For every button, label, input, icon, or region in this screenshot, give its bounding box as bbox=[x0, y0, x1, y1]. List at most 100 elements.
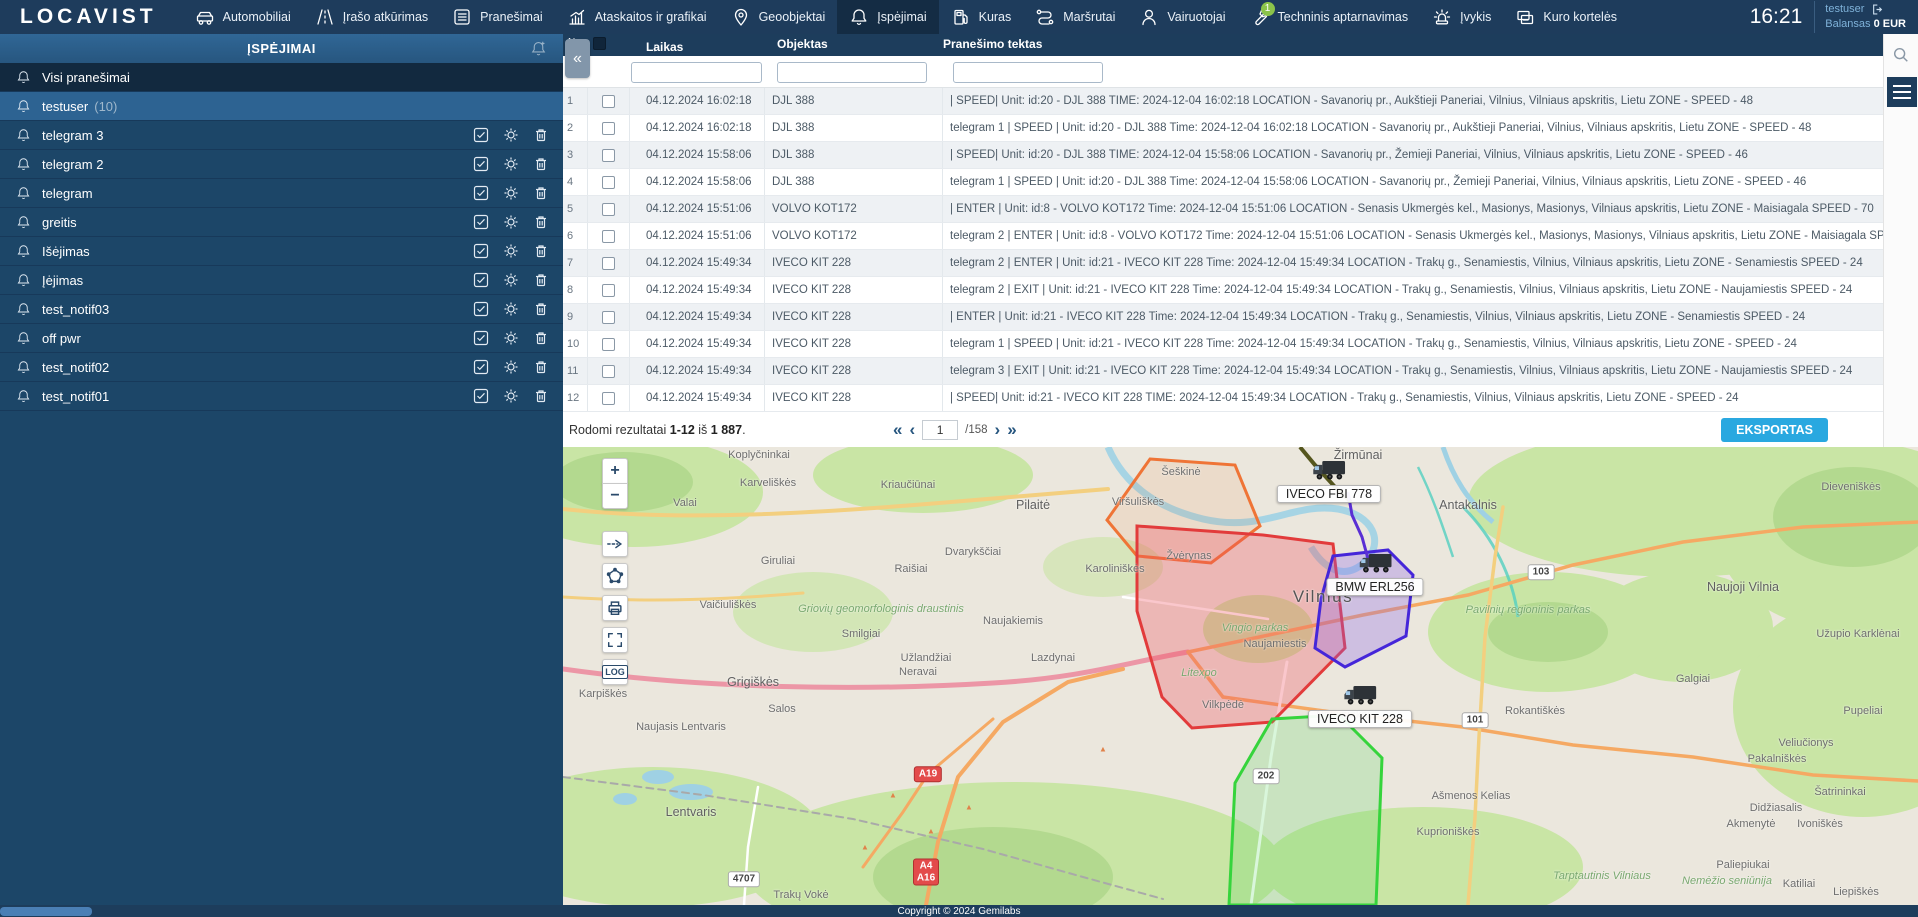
col-pranesimo-tekstas[interactable]: Pranešimo tektas bbox=[943, 37, 1042, 51]
nav-item-techninis[interactable]: 1 Techninis aptarnavimas bbox=[1238, 0, 1421, 34]
trash-icon[interactable] bbox=[533, 214, 549, 230]
sidebar-item[interactable]: telegram bbox=[0, 179, 563, 208]
prev-page-button[interactable]: ‹ bbox=[909, 421, 915, 438]
filter-objektas-input[interactable] bbox=[777, 62, 927, 83]
nav-item-marsrutai[interactable]: Maršrutai bbox=[1023, 0, 1127, 34]
print-button[interactable] bbox=[602, 595, 628, 621]
nav-item-iraso-atkurimas[interactable]: Įrašo atkūrimas bbox=[303, 0, 440, 34]
table-row[interactable]: 10 04.12.2024 15:49:34 IVECO KIT 228 tel… bbox=[563, 331, 1883, 358]
vehicle-label[interactable]: BMW ERL256 bbox=[1326, 578, 1423, 596]
trash-icon[interactable] bbox=[533, 388, 549, 404]
enabled-checkbox-icon[interactable] bbox=[473, 127, 489, 143]
enabled-checkbox-icon[interactable] bbox=[473, 359, 489, 375]
nav-item-ivykis[interactable]: Įvykis bbox=[1420, 0, 1503, 34]
table-row[interactable]: 4 04.12.2024 15:58:06 DJL 388 telegram 1… bbox=[563, 169, 1883, 196]
trash-icon[interactable] bbox=[533, 243, 549, 259]
vehicle-marker[interactable]: IVECO FBI 778 bbox=[1277, 459, 1381, 503]
sidebar-item[interactable]: greitis bbox=[0, 208, 563, 237]
row-checkbox[interactable] bbox=[602, 365, 615, 378]
sidebar-item[interactable]: telegram 3 bbox=[0, 121, 563, 150]
sidebar-item[interactable]: Visi pranešimai bbox=[0, 63, 563, 92]
row-checkbox[interactable] bbox=[602, 176, 615, 189]
gear-icon[interactable] bbox=[503, 185, 519, 201]
sidebar-item[interactable]: test_notif01 bbox=[0, 382, 563, 411]
gear-icon[interactable] bbox=[503, 214, 519, 230]
gear-icon[interactable] bbox=[503, 359, 519, 375]
table-row[interactable]: 11 04.12.2024 15:49:34 IVECO KIT 228 tel… bbox=[563, 358, 1883, 385]
vehicle-marker[interactable]: BMW ERL256 bbox=[1326, 552, 1423, 596]
table-row[interactable]: 3 04.12.2024 15:58:06 DJL 388 | SPEED| U… bbox=[563, 142, 1883, 169]
sidebar-item[interactable]: off pwr bbox=[0, 324, 563, 353]
gear-icon[interactable] bbox=[503, 127, 519, 143]
nav-item-geoobjektai[interactable]: Geoobjektai bbox=[719, 0, 838, 34]
table-row[interactable]: 7 04.12.2024 15:49:34 IVECO KIT 228 tele… bbox=[563, 250, 1883, 277]
trash-icon[interactable] bbox=[533, 359, 549, 375]
gear-icon[interactable] bbox=[503, 388, 519, 404]
add-notification-icon[interactable] bbox=[530, 40, 547, 60]
sidebar-item[interactable]: Įėjimas bbox=[0, 266, 563, 295]
row-checkbox[interactable] bbox=[602, 392, 615, 405]
gear-icon[interactable] bbox=[503, 243, 519, 259]
search-icon[interactable] bbox=[1892, 46, 1918, 69]
vehicle-label[interactable]: IVECO FBI 778 bbox=[1277, 485, 1381, 503]
nav-item-pranesimai[interactable]: Pranešimai bbox=[440, 0, 555, 34]
row-checkbox[interactable] bbox=[602, 230, 615, 243]
measure-button[interactable] bbox=[602, 531, 628, 557]
trash-icon[interactable] bbox=[533, 156, 549, 172]
filter-laikas-input[interactable] bbox=[631, 62, 762, 83]
gear-icon[interactable] bbox=[503, 330, 519, 346]
table-row[interactable]: 6 04.12.2024 15:51:06 VOLVO KOT172 teleg… bbox=[563, 223, 1883, 250]
sort-desc-icon[interactable]: ↓ bbox=[652, 40, 658, 54]
row-checkbox[interactable] bbox=[602, 203, 615, 216]
enabled-checkbox-icon[interactable] bbox=[473, 185, 489, 201]
table-row[interactable]: 5 04.12.2024 15:51:06 VOLVO KOT172 | ENT… bbox=[563, 196, 1883, 223]
table-row[interactable]: 12 04.12.2024 15:49:34 IVECO KIT 228 | S… bbox=[563, 385, 1883, 412]
table-row[interactable]: 1 04.12.2024 16:02:18 DJL 388 | SPEED| U… bbox=[563, 88, 1883, 115]
enabled-checkbox-icon[interactable] bbox=[473, 272, 489, 288]
trash-icon[interactable] bbox=[533, 127, 549, 143]
collapse-sidebar-button[interactable]: « bbox=[565, 39, 590, 78]
log-button[interactable]: LOG bbox=[602, 659, 628, 685]
menu-button[interactable] bbox=[1887, 77, 1917, 107]
table-row[interactable]: 8 04.12.2024 15:49:34 IVECO KIT 228 tele… bbox=[563, 277, 1883, 304]
nav-item-automobiliai[interactable]: Automobiliai bbox=[183, 0, 303, 34]
vehicle-label[interactable]: IVECO KIT 228 bbox=[1308, 710, 1412, 728]
vehicle-marker[interactable]: IVECO KIT 228 bbox=[1308, 684, 1412, 728]
nav-item-kuras[interactable]: Kuras bbox=[939, 0, 1024, 34]
sidebar-item[interactable]: test_notif02 bbox=[0, 353, 563, 382]
trash-icon[interactable] bbox=[533, 272, 549, 288]
sidebar-item[interactable]: telegram 2 bbox=[0, 150, 563, 179]
last-page-button[interactable]: » bbox=[1007, 421, 1016, 438]
enabled-checkbox-icon[interactable] bbox=[473, 243, 489, 259]
sidebar-item[interactable]: test_notif03 bbox=[0, 295, 563, 324]
col-objektas[interactable]: Objektas bbox=[777, 37, 828, 51]
gear-icon[interactable] bbox=[503, 301, 519, 317]
select-all-checkbox[interactable] bbox=[593, 37, 606, 50]
fullscreen-button[interactable] bbox=[602, 627, 628, 653]
trash-icon[interactable] bbox=[533, 301, 549, 317]
row-checkbox[interactable] bbox=[602, 338, 615, 351]
enabled-checkbox-icon[interactable] bbox=[473, 330, 489, 346]
row-checkbox[interactable] bbox=[602, 122, 615, 135]
enabled-checkbox-icon[interactable] bbox=[473, 214, 489, 230]
table-row[interactable]: 2 04.12.2024 16:02:18 DJL 388 telegram 1… bbox=[563, 115, 1883, 142]
gear-icon[interactable] bbox=[503, 272, 519, 288]
row-checkbox[interactable] bbox=[602, 149, 615, 162]
page-number-input[interactable] bbox=[922, 420, 958, 440]
nav-item-ispejimai[interactable]: Įspėjimai bbox=[837, 0, 938, 34]
export-button[interactable]: EKSPORTAS bbox=[1721, 418, 1828, 442]
row-checkbox[interactable] bbox=[602, 311, 615, 324]
enabled-checkbox-icon[interactable] bbox=[473, 156, 489, 172]
sidebar-item[interactable]: testuser (10) bbox=[0, 92, 563, 121]
table-row[interactable]: 9 04.12.2024 15:49:34 IVECO KIT 228 | EN… bbox=[563, 304, 1883, 331]
sidebar-item[interactable]: Išėjimas bbox=[0, 237, 563, 266]
zoom-in-button[interactable]: + bbox=[602, 458, 628, 484]
trash-icon[interactable] bbox=[533, 330, 549, 346]
zoom-out-button[interactable]: − bbox=[602, 483, 628, 509]
draw-polygon-button[interactable] bbox=[602, 563, 628, 589]
enabled-checkbox-icon[interactable] bbox=[473, 388, 489, 404]
gear-icon[interactable] bbox=[503, 156, 519, 172]
horizontal-scrollbar-thumb[interactable] bbox=[0, 907, 92, 916]
filter-tekstas-input[interactable] bbox=[953, 62, 1103, 83]
nav-item-vairuotojai[interactable]: Vairuotojai bbox=[1127, 0, 1237, 34]
